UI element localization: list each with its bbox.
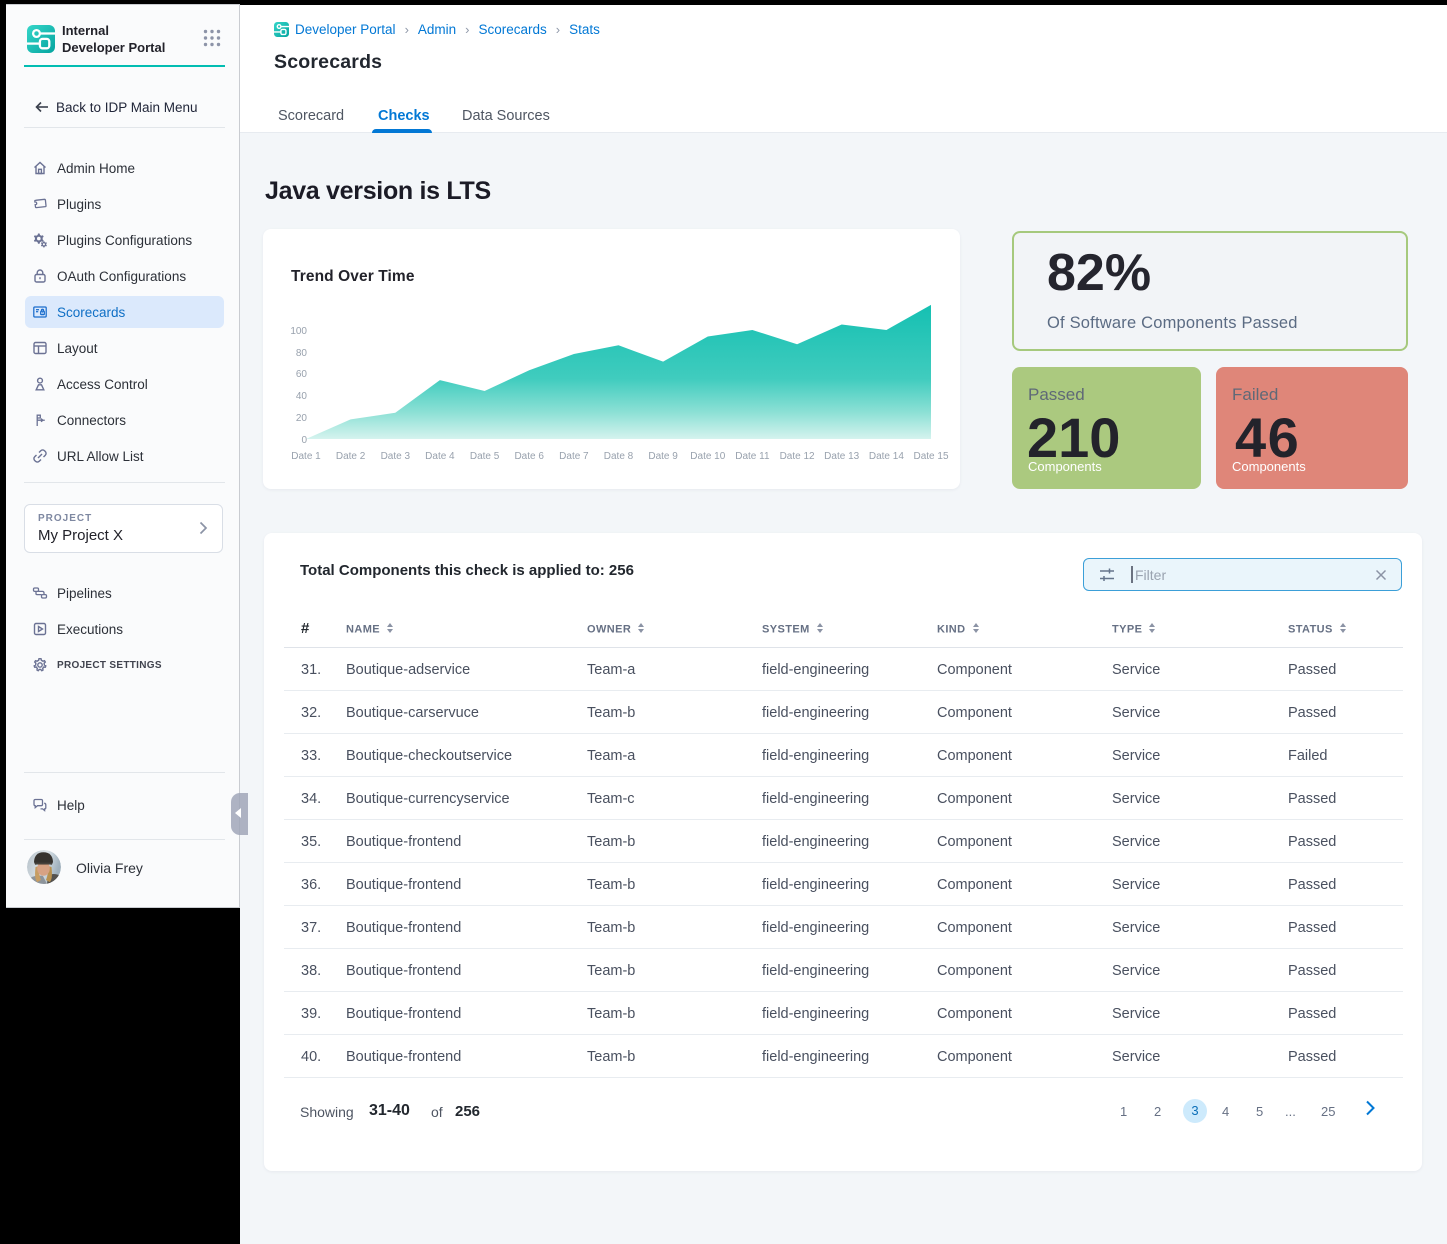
svg-text:Date 6: Date 6 xyxy=(514,451,544,462)
svg-text:Date 14: Date 14 xyxy=(869,451,904,462)
svg-text:Date 2: Date 2 xyxy=(336,451,366,462)
svg-text:Date 3: Date 3 xyxy=(381,451,411,462)
svg-text:Date 11: Date 11 xyxy=(735,451,770,462)
svg-text:Date 7: Date 7 xyxy=(559,451,589,462)
svg-text:100: 100 xyxy=(290,326,307,337)
svg-text:Date 12: Date 12 xyxy=(780,451,815,462)
svg-text:Date 15: Date 15 xyxy=(913,451,948,462)
svg-text:Date 9: Date 9 xyxy=(648,451,678,462)
svg-text:Date 13: Date 13 xyxy=(824,451,859,462)
svg-text:Date 4: Date 4 xyxy=(425,451,455,462)
svg-text:40: 40 xyxy=(296,391,308,402)
svg-text:Date 10: Date 10 xyxy=(690,451,725,462)
svg-text:20: 20 xyxy=(296,413,308,424)
svg-text:60: 60 xyxy=(296,369,308,380)
svg-text:Date 8: Date 8 xyxy=(604,451,634,462)
svg-text:Date 1: Date 1 xyxy=(291,451,321,462)
svg-text:80: 80 xyxy=(296,348,308,359)
svg-text:Date 5: Date 5 xyxy=(470,451,500,462)
svg-text:0: 0 xyxy=(301,435,307,446)
